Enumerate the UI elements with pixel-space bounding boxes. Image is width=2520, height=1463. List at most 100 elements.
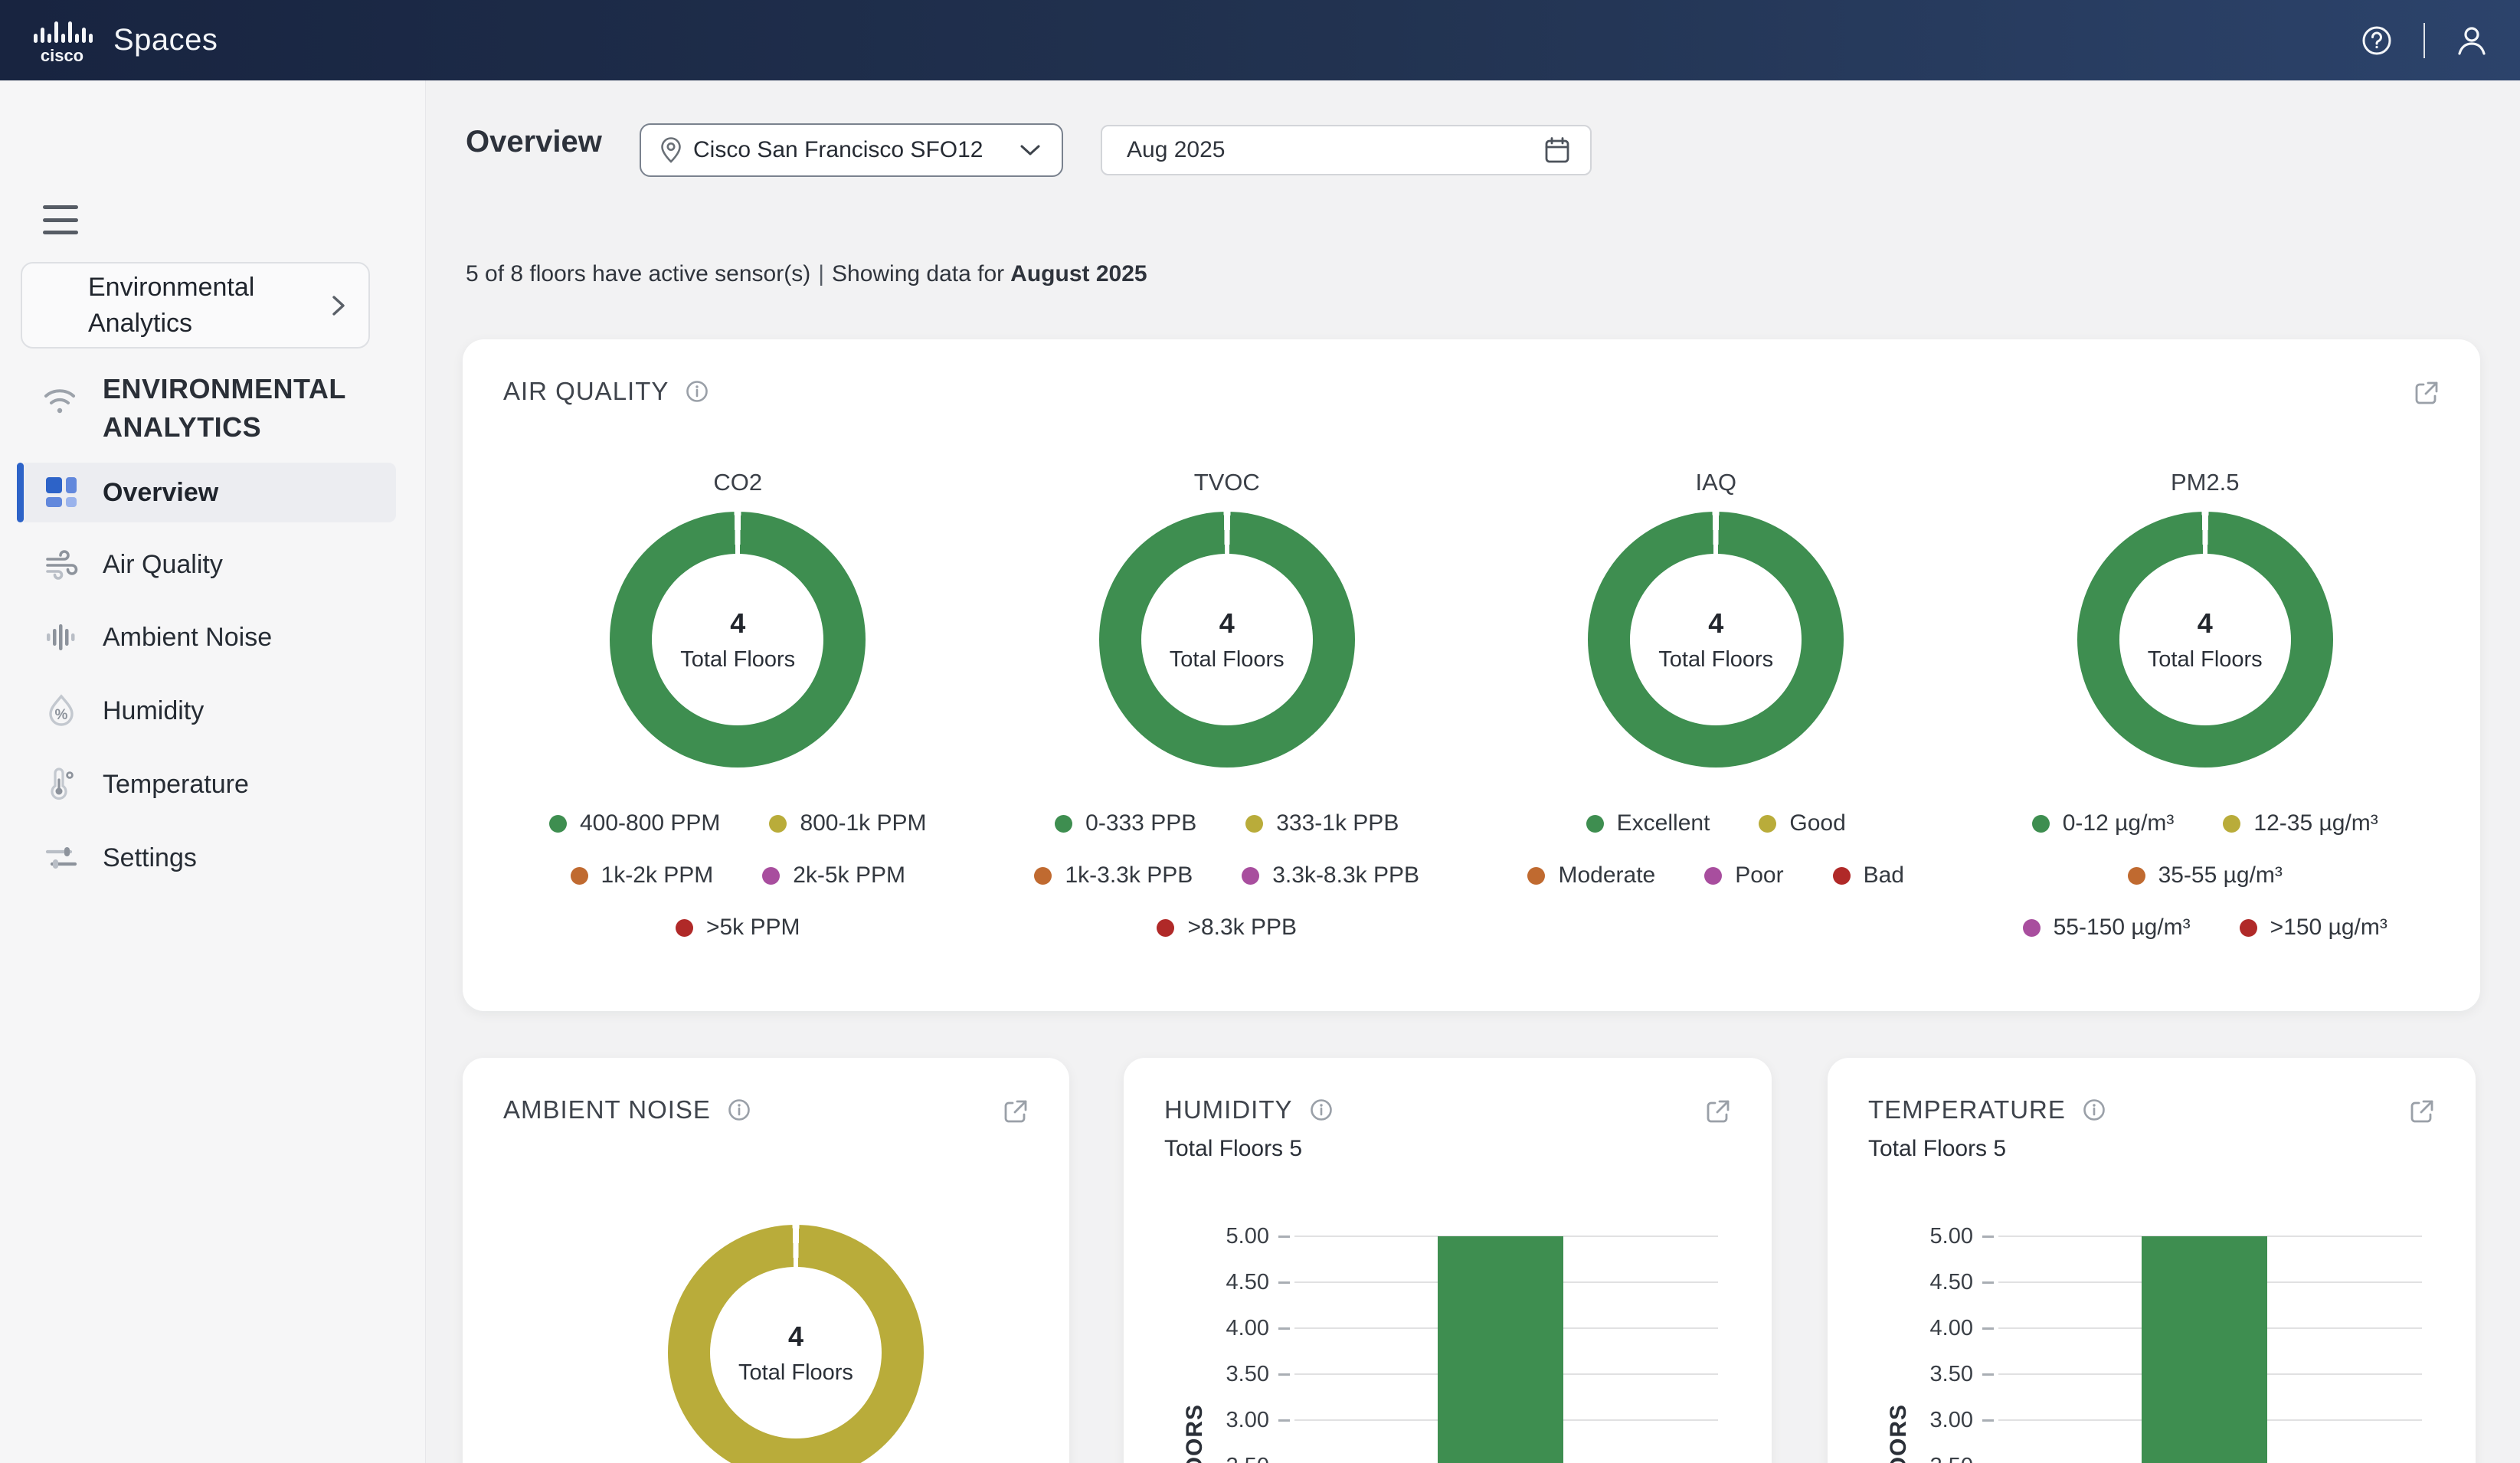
location-select[interactable]: Cisco San Francisco SFO12 — [640, 123, 1063, 177]
donut-chart[interactable]: 4 Total Floors — [1099, 512, 1355, 768]
legend-item[interactable]: 800-1k PPM — [769, 810, 926, 836]
floor-count-bar[interactable] — [1438, 1236, 1563, 1463]
legend-item[interactable]: 1k-3.3k PPB — [1034, 862, 1193, 889]
legend-row: 0-333 PPB 333-1k PPB — [1034, 810, 1419, 836]
legend-item[interactable]: Moderate — [1527, 862, 1655, 889]
legend-row: Excellent Good — [1527, 810, 1904, 836]
sound-bars-icon — [44, 620, 78, 654]
sidebar-item-settings[interactable]: Settings — [17, 828, 396, 888]
legend-label: 1k-3.3k PPB — [1065, 862, 1193, 889]
y-axis-label: TOTAL FLOORS — [1182, 1404, 1208, 1463]
sidebar-item-ambient-noise[interactable]: Ambient Noise — [17, 607, 396, 667]
thermometer-icon — [44, 768, 78, 801]
sidebar-item-label: Humidity — [103, 696, 204, 726]
humidity-card-title: HUMIDITY — [1164, 1095, 1293, 1124]
info-icon[interactable] — [686, 380, 709, 403]
legend-item[interactable]: 35-55 µg/m³ — [2128, 862, 2283, 889]
legend-item[interactable]: 0-333 PPB — [1055, 810, 1196, 836]
legend-label: 2k-5k PPM — [793, 862, 905, 889]
donut-total-value: 4 — [2198, 607, 2213, 640]
legend-item[interactable]: >8.3k PPB — [1157, 915, 1297, 941]
legend-item[interactable]: Bad — [1833, 862, 1904, 889]
legend-label: >8.3k PPB — [1187, 915, 1297, 941]
brand-title: Spaces — [113, 23, 218, 57]
external-link-icon[interactable] — [1704, 1098, 1732, 1125]
donut-chart[interactable]: 4 Total Floors — [610, 512, 866, 768]
legend-item[interactable]: 55-150 µg/m³ — [2023, 915, 2191, 941]
donut-total-label: Total Floors — [738, 1360, 853, 1386]
sidebar-item-label: Overview — [103, 478, 218, 508]
chevron-right-icon — [330, 293, 347, 319]
donut-group-title: CO2 — [713, 469, 762, 498]
legend-item[interactable]: >5k PPM — [676, 915, 800, 941]
legend-label: Excellent — [1617, 810, 1710, 836]
sidebar-item-air-quality[interactable]: Air Quality — [17, 535, 396, 594]
legend-item[interactable]: 1k-2k PPM — [571, 862, 714, 889]
legend-item[interactable]: 0-12 µg/m³ — [2032, 810, 2175, 836]
top-nav: cisco Spaces — [0, 0, 2520, 80]
legend-item[interactable]: >150 µg/m³ — [2240, 915, 2387, 941]
legend-label: 400-800 PPM — [580, 810, 720, 836]
location-select-value: Cisco San Francisco SFO12 — [693, 137, 983, 163]
donut-chart[interactable]: 4 Total Floors — [1588, 512, 1844, 768]
legend-dot-icon — [1704, 867, 1722, 885]
axis-tick — [1982, 1419, 1994, 1422]
legend-item[interactable]: Excellent — [1586, 810, 1710, 836]
user-icon[interactable] — [2454, 23, 2489, 58]
external-link-icon[interactable] — [2408, 1098, 2436, 1125]
ambient-noise-donut-chart[interactable]: 4 Total Floors — [668, 1225, 924, 1463]
legend-item[interactable]: 333-1k PPB — [1245, 810, 1399, 836]
donut-group-pm2-5: PM2.5 4 Total Floors 0-12 µg/m³12-35 µg/… — [1961, 469, 2450, 941]
location-pin-icon — [659, 136, 682, 164]
sidebar-section-label: ENVIRONMENTAL ANALYTICS — [103, 370, 346, 447]
legend-item[interactable]: 2k-5k PPM — [762, 862, 905, 889]
svg-text:%: % — [55, 707, 68, 723]
app-switcher-environmental-analytics[interactable]: Environmental Analytics — [21, 262, 370, 349]
legend-item[interactable]: Poor — [1704, 862, 1783, 889]
month-picker[interactable]: Aug 2025 — [1101, 125, 1592, 175]
donut-legend: 400-800 PPM 800-1k PPM 1k-2k PPM 2k-5k PPM >… — [549, 810, 927, 941]
legend-item[interactable]: 400-800 PPM — [549, 810, 720, 836]
calendar-icon[interactable] — [1544, 136, 1570, 164]
floor-count-bar[interactable] — [2142, 1236, 2267, 1463]
status-period: August 2025 — [1010, 261, 1147, 286]
legend-dot-icon — [1055, 815, 1072, 833]
sidebar-item-label: Temperature — [103, 770, 249, 800]
legend-dot-icon — [1034, 867, 1052, 885]
humidity-droplet-icon: % — [44, 694, 78, 728]
legend-dot-icon — [1586, 815, 1604, 833]
donut-chart[interactable]: 4 Total Floors — [2077, 512, 2333, 768]
temperature-bar-chart[interactable]: 5.004.504.003.503.002.50 — [1828, 1236, 2476, 1463]
wind-icon — [44, 548, 78, 581]
humidity-bar-chart[interactable]: 5.004.504.003.503.002.50 — [1124, 1236, 1772, 1463]
sidebar-item-temperature[interactable]: Temperature — [17, 754, 396, 814]
brand: cisco Spaces — [31, 17, 218, 64]
donut-total-value: 4 — [1708, 607, 1723, 640]
sidebar-item-label: Settings — [103, 843, 197, 873]
legend-item[interactable]: Good — [1759, 810, 1845, 836]
cisco-logo-icon: cisco — [31, 17, 93, 64]
y-tick-label: 3.50 — [1124, 1362, 1269, 1387]
info-icon[interactable] — [1310, 1098, 1333, 1121]
legend-label: Bad — [1864, 862, 1904, 889]
external-link-icon[interactable] — [2413, 379, 2440, 407]
info-icon[interactable] — [2083, 1098, 2106, 1121]
legend-label: 35-55 µg/m³ — [2158, 862, 2283, 889]
legend-label: 333-1k PPB — [1276, 810, 1399, 836]
legend-row: Moderate Poor Bad — [1527, 862, 1904, 889]
air-quality-donut-groups: CO2 4 Total Floors 400-800 PPM 800-1k PPM… — [493, 469, 2450, 941]
help-icon[interactable] — [2359, 23, 2394, 58]
page-title: Overview — [466, 125, 602, 159]
air-quality-card-title: AIR QUALITY — [503, 377, 669, 406]
menu-toggle-icon[interactable] — [43, 205, 78, 234]
sidebar-item-label: Air Quality — [103, 550, 223, 580]
legend-item[interactable]: 3.3k-8.3k PPB — [1242, 862, 1419, 889]
external-link-icon[interactable] — [1002, 1098, 1029, 1125]
sidebar-item-overview[interactable]: Overview — [17, 463, 396, 522]
sidebar-item-humidity[interactable]: % Humidity — [17, 681, 396, 741]
legend-item[interactable]: 12-35 µg/m³ — [2223, 810, 2378, 836]
donut-total-value: 4 — [730, 607, 745, 640]
info-icon[interactable] — [728, 1098, 751, 1121]
app-switcher-label: Environmental Analytics — [88, 270, 254, 342]
legend-label: 0-333 PPB — [1085, 810, 1196, 836]
